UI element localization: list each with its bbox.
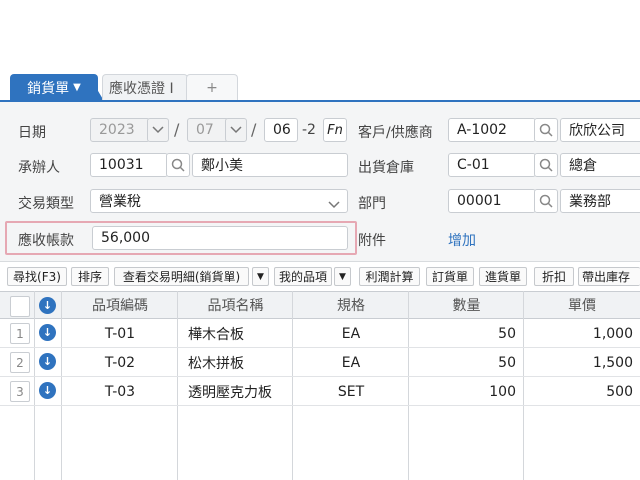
cell-price[interactable]: 1,500 — [524, 349, 633, 377]
caret-down-icon: ▼ — [257, 271, 264, 282]
download-circle-icon[interactable]: ↓ — [39, 324, 56, 341]
chevron-down-icon — [230, 126, 242, 134]
add-tab-button[interactable]: + — [186, 74, 238, 101]
year-dropdown[interactable] — [147, 118, 169, 142]
customer-label: 客戶/供應商 — [358, 125, 433, 141]
show-stock-button[interactable]: 帶出庫存 — [578, 267, 640, 286]
cell-item-code[interactable]: T-01 — [62, 320, 178, 348]
tab-sales-order-label: 銷貨單 — [27, 80, 70, 97]
col-header-item-code[interactable]: 品項編碼 — [62, 291, 178, 319]
purchase-button[interactable]: 進貨單 — [479, 267, 527, 286]
customer-name-field[interactable]: 欣欣公司 — [560, 118, 640, 142]
dept-name-field[interactable]: 業務部 — [560, 189, 640, 213]
col-header-price[interactable]: 單價 — [524, 291, 640, 319]
caret-down-icon: ▼ — [339, 271, 346, 282]
fn-button[interactable]: Fn — [323, 118, 347, 142]
tab-sales-order[interactable]: 銷貨單 ▼ — [10, 74, 98, 101]
receivable-field[interactable]: 56,000 — [92, 226, 348, 250]
cell-item-name[interactable]: 透明壓克力板 — [188, 378, 292, 406]
chevron-down-icon[interactable] — [328, 197, 340, 213]
warehouse-label: 出貨倉庫 — [358, 160, 414, 176]
select-all-checkbox[interactable] — [10, 296, 30, 317]
warehouse-name-field[interactable]: 總倉 — [560, 153, 640, 177]
view-transactions-button[interactable]: 查看交易明細(銷貨單) — [114, 267, 249, 286]
download-circle-icon[interactable]: ↓ — [39, 382, 56, 399]
download-circle-icon[interactable]: ↓ — [39, 297, 56, 314]
col-header-qty[interactable]: 數量 — [409, 291, 524, 319]
row-number[interactable]: 1 — [10, 323, 30, 344]
dept-label: 部門 — [358, 196, 386, 212]
date-separator: / — [174, 120, 180, 139]
discount-button[interactable]: 折扣 — [534, 267, 574, 286]
warehouse-code-field[interactable]: C-01 — [448, 153, 536, 177]
search-icon — [539, 123, 553, 137]
col-header-item-name[interactable]: 品項名稱 — [178, 291, 293, 319]
attachment-add-link[interactable]: 增加 — [448, 230, 476, 250]
tab-receivable-voucher[interactable]: 應收憑證 I — [102, 74, 188, 101]
plus-icon: + — [206, 80, 218, 96]
chevron-down-icon[interactable]: ▼ — [73, 82, 81, 93]
year-field[interactable]: 2023 — [90, 118, 150, 142]
search-icon — [539, 158, 553, 172]
warehouse-search-button[interactable] — [534, 153, 558, 177]
handler-search-button[interactable] — [166, 153, 190, 177]
cell-qty[interactable]: 50 — [409, 349, 516, 377]
tab-receivable-voucher-label: 應收憑證 I — [109, 81, 174, 97]
month-dropdown[interactable] — [225, 118, 247, 142]
search-icon — [539, 194, 553, 208]
dept-code-field[interactable]: 00001 — [448, 189, 536, 213]
cell-price[interactable]: 500 — [524, 378, 633, 406]
cell-item-name[interactable]: 松木拼板 — [188, 349, 292, 377]
col-header-spec[interactable]: 規格 — [293, 291, 409, 319]
receivable-label: 應收帳款 — [18, 233, 74, 249]
month-field[interactable]: 07 — [187, 118, 229, 142]
cell-item-name[interactable]: 樺木合板 — [188, 320, 292, 348]
customer-search-button[interactable] — [534, 118, 558, 142]
search-button[interactable]: 尋找(F3) — [7, 267, 67, 286]
my-items-button[interactable]: 我的品項 — [274, 267, 332, 286]
chevron-down-icon — [152, 126, 164, 134]
handler-label: 承辦人 — [18, 160, 60, 176]
day-field[interactable]: 06 — [264, 118, 298, 142]
order-button[interactable]: 訂貨單 — [426, 267, 474, 286]
grid-col-divider — [34, 291, 35, 480]
customer-code-field[interactable]: A-1002 — [448, 118, 536, 142]
profit-calc-button[interactable]: 利潤計算 — [359, 267, 420, 286]
cell-item-code[interactable]: T-03 — [62, 378, 178, 406]
date-label: 日期 — [18, 125, 46, 141]
handler-code-field[interactable]: 10031 — [90, 153, 168, 177]
cell-qty[interactable]: 100 — [409, 378, 516, 406]
cell-spec[interactable]: EA — [293, 320, 409, 348]
search-icon — [171, 158, 185, 172]
cell-item-code[interactable]: T-02 — [62, 349, 178, 377]
cell-qty[interactable]: 50 — [409, 320, 516, 348]
day-suffix: -2 — [302, 122, 316, 138]
cell-spec[interactable]: SET — [293, 378, 409, 406]
date-separator: / — [251, 120, 257, 139]
attachment-label: 附件 — [358, 233, 386, 249]
cell-spec[interactable]: EA — [293, 349, 409, 377]
cell-price[interactable]: 1,000 — [524, 320, 633, 348]
row-number[interactable]: 2 — [10, 352, 30, 373]
trade-type-select[interactable]: 營業稅 — [90, 189, 348, 213]
handler-name-field[interactable]: 鄭小美 — [192, 153, 348, 177]
trade-type-label: 交易類型 — [18, 196, 74, 212]
row-number[interactable]: 3 — [10, 381, 30, 402]
sort-button[interactable]: 排序 — [71, 267, 109, 286]
view-transactions-dropdown[interactable]: ▼ — [252, 267, 269, 286]
my-items-dropdown[interactable]: ▼ — [334, 267, 351, 286]
download-circle-icon[interactable]: ↓ — [39, 353, 56, 370]
dept-search-button[interactable] — [534, 189, 558, 213]
